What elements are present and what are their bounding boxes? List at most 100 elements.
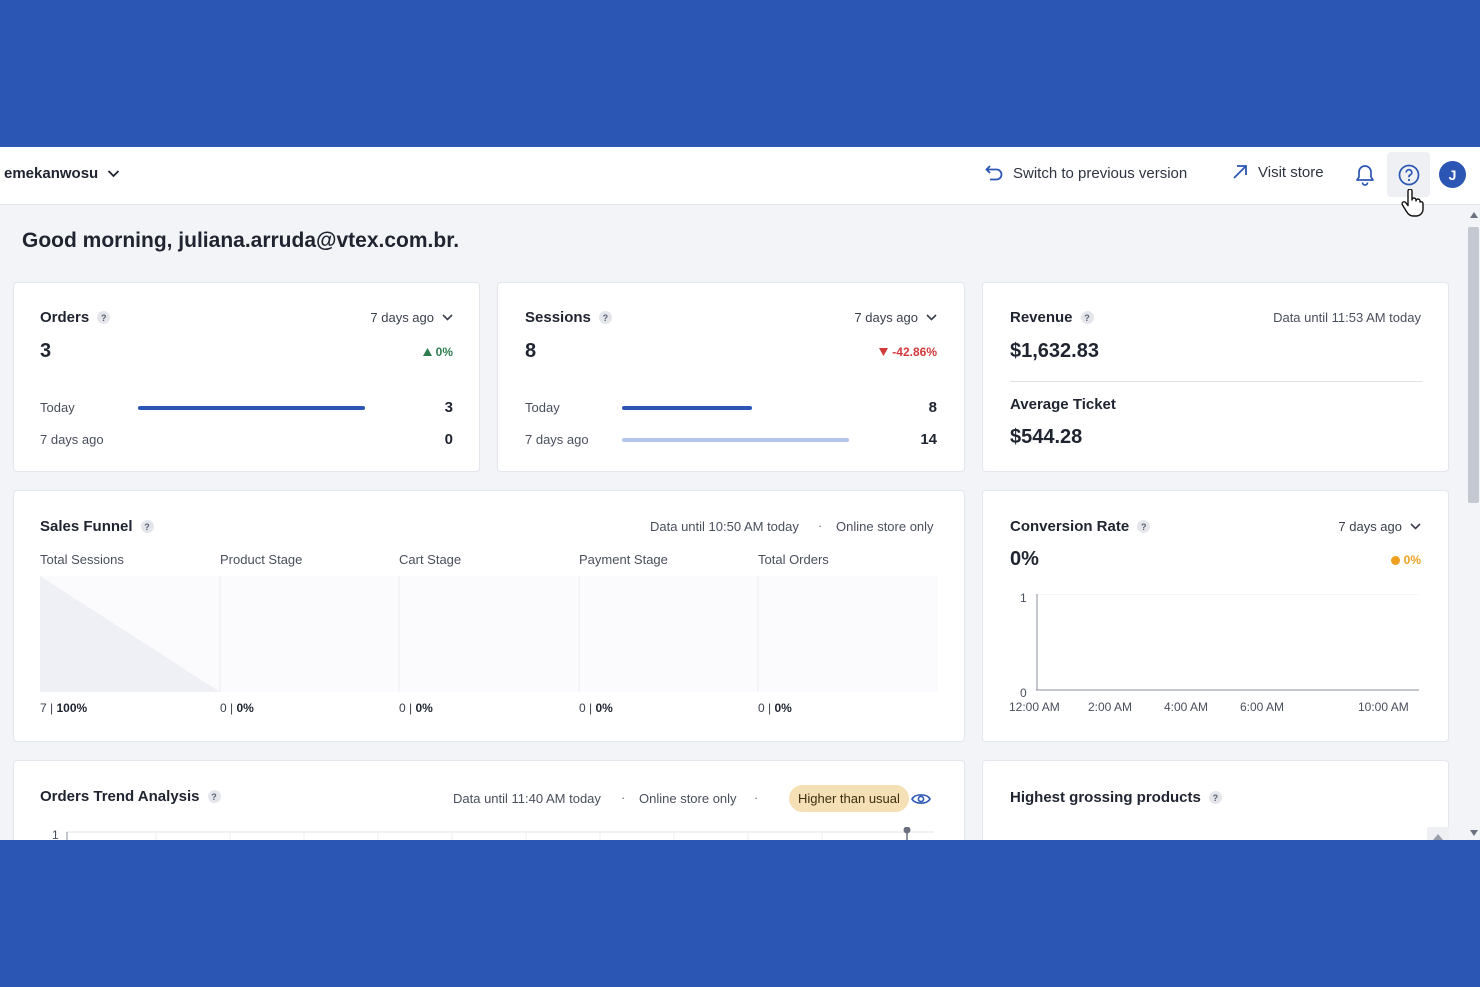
trend-chart — [66, 827, 934, 840]
sessions-today-bar — [622, 406, 752, 410]
help-icon[interactable]: ? — [1208, 791, 1222, 804]
chevron-down-icon — [926, 314, 937, 321]
orders-period-select[interactable]: 7 days ago — [370, 310, 453, 325]
trend-title-label: Orders Trend Analysis — [40, 788, 200, 805]
products-title-label: Highest grossing products — [1010, 789, 1201, 806]
x-tick: 2:00 AM — [1088, 700, 1133, 714]
trend-title: Orders Trend Analysis ? — [40, 788, 221, 805]
funnel-stage-label: Total Sessions — [40, 552, 124, 567]
orders-trend-card: Orders Trend Analysis ? Data until 11:40… — [13, 760, 965, 840]
notifications-button[interactable] — [1352, 162, 1378, 188]
help-icon[interactable]: ? — [1137, 520, 1151, 533]
orders-row-prev-value: 0 — [444, 431, 453, 448]
bell-icon — [1356, 165, 1374, 186]
sessions-prev-bar — [622, 438, 849, 442]
help-icon[interactable]: ? — [140, 520, 154, 533]
help-icon[interactable]: ? — [1080, 311, 1094, 324]
orders-title: Orders ? — [40, 309, 111, 326]
y-tick: 1 — [52, 828, 59, 840]
funnel-stage-pct: 0% — [595, 701, 613, 715]
y-tick: 1 — [1020, 591, 1027, 605]
conversion-period-label: 7 days ago — [1338, 519, 1402, 534]
sessions-title: Sessions ? — [525, 309, 612, 326]
x-tick: 12:00 AM — [1009, 700, 1060, 714]
revenue-title: Revenue ? — [1010, 309, 1094, 326]
funnel-title-label: Sales Funnel — [40, 518, 133, 535]
conversion-rate-card: Conversion Rate ? 7 days ago 0% 0% 1 0 1… — [982, 490, 1449, 742]
triangle-down-icon — [879, 348, 889, 356]
page-greeting: Good morning, juliana.arruda@vtex.com.br… — [22, 229, 460, 252]
sessions-title-label: Sessions — [525, 309, 591, 326]
sessions-card: Sessions ? 7 days ago 8 -42.86% Today 8 … — [497, 282, 965, 472]
orders-today-bar — [138, 406, 365, 410]
sessions-delta: -42.86% — [879, 345, 937, 359]
hand-cursor-icon — [1401, 189, 1424, 217]
orders-delta-value: 0% — [435, 345, 453, 359]
orders-card: Orders ? 7 days ago 3 0% Today 3 7 days … — [13, 282, 480, 472]
help-icon[interactable]: ? — [97, 311, 111, 324]
caret-up-icon[interactable] — [1470, 212, 1478, 218]
divider — [1010, 381, 1423, 382]
funnel-stage-value: 0 | 0% — [579, 701, 613, 715]
status-badge: Higher than usual — [789, 785, 909, 812]
scroll-up-button[interactable] — [1427, 827, 1449, 840]
revenue-value: $1,632.83 — [1010, 340, 1099, 362]
average-ticket-title: Average Ticket — [1010, 396, 1116, 413]
funnel-stage-label: Product Stage — [220, 552, 303, 567]
funnel-stage-count: 7 | — [40, 701, 54, 715]
account-name: emekanwosu — [4, 165, 99, 182]
funnel-stage-value: 0 | 0% — [399, 701, 433, 715]
sessions-period-label: 7 days ago — [854, 310, 918, 325]
revenue-data-until: Data until 11:53 AM today — [1273, 310, 1421, 325]
undo-icon — [985, 165, 1003, 181]
account-switcher[interactable]: emekanwosu — [4, 165, 120, 182]
visit-store-link[interactable]: Visit store — [1231, 163, 1324, 181]
funnel-stage-pct: 0% — [415, 701, 433, 715]
sessions-value: 8 — [525, 340, 537, 362]
trend-scope: Online store only — [639, 791, 737, 806]
funnel-stage-value: 7 | 100% — [40, 701, 87, 715]
help-icon[interactable]: ? — [207, 790, 221, 803]
separator-dot: · — [818, 518, 823, 533]
sessions-row-prev-value: 14 — [920, 431, 937, 448]
trend-marker — [903, 827, 911, 834]
scrollbar-thumb[interactable] — [1468, 227, 1479, 503]
user-avatar[interactable]: J — [1439, 161, 1466, 188]
external-arrow-icon — [1233, 165, 1247, 179]
y-tick: 0 — [1020, 686, 1027, 700]
orders-title-label: Orders — [40, 309, 90, 326]
help-circle-icon — [1398, 164, 1419, 185]
conversion-chart — [1036, 594, 1419, 691]
funnel-stage-count: 0 | — [579, 701, 593, 715]
sessions-delta-value: -42.86% — [892, 345, 937, 359]
visibility-toggle-button[interactable] — [910, 788, 932, 810]
chevron-down-icon — [108, 170, 120, 178]
x-tick: 10:00 AM — [1358, 700, 1409, 714]
funnel-stage-value: 0 | 0% — [220, 701, 254, 715]
conversion-period-select[interactable]: 7 days ago — [1338, 519, 1421, 534]
funnel-chart — [40, 576, 938, 692]
conversion-title: Conversion Rate ? — [1010, 518, 1151, 535]
eye-icon — [911, 794, 931, 804]
app-window: emekanwosu Switch to previous version Vi… — [0, 147, 1480, 840]
separator-dot: · — [754, 790, 759, 805]
orders-delta: 0% — [422, 345, 453, 359]
sessions-period-select[interactable]: 7 days ago — [854, 310, 937, 325]
triangle-up-icon — [422, 348, 432, 356]
funnel-data-until: Data until 10:50 AM today — [650, 519, 799, 534]
conversion-delta: 0% — [1390, 553, 1421, 567]
top-bar: emekanwosu Switch to previous version Vi… — [0, 147, 1480, 205]
switch-previous-version-button[interactable]: Switch to previous version — [984, 163, 1187, 183]
chevron-down-icon — [442, 314, 453, 321]
sessions-row-today-value: 8 — [928, 399, 937, 416]
funnel-stage-pct: 0% — [774, 701, 792, 715]
orders-value: 3 — [40, 340, 52, 362]
funnel-stage-value: 0 | 0% — [758, 701, 792, 715]
funnel-stage-pct: 100% — [56, 701, 88, 715]
caret-down-icon[interactable] — [1470, 830, 1478, 836]
conversion-title-label: Conversion Rate — [1010, 518, 1130, 535]
chevron-down-icon — [1410, 523, 1421, 530]
funnel-stage-count: 0 | — [758, 701, 772, 715]
page-scrollbar[interactable] — [1467, 205, 1480, 840]
help-icon[interactable]: ? — [598, 311, 612, 324]
